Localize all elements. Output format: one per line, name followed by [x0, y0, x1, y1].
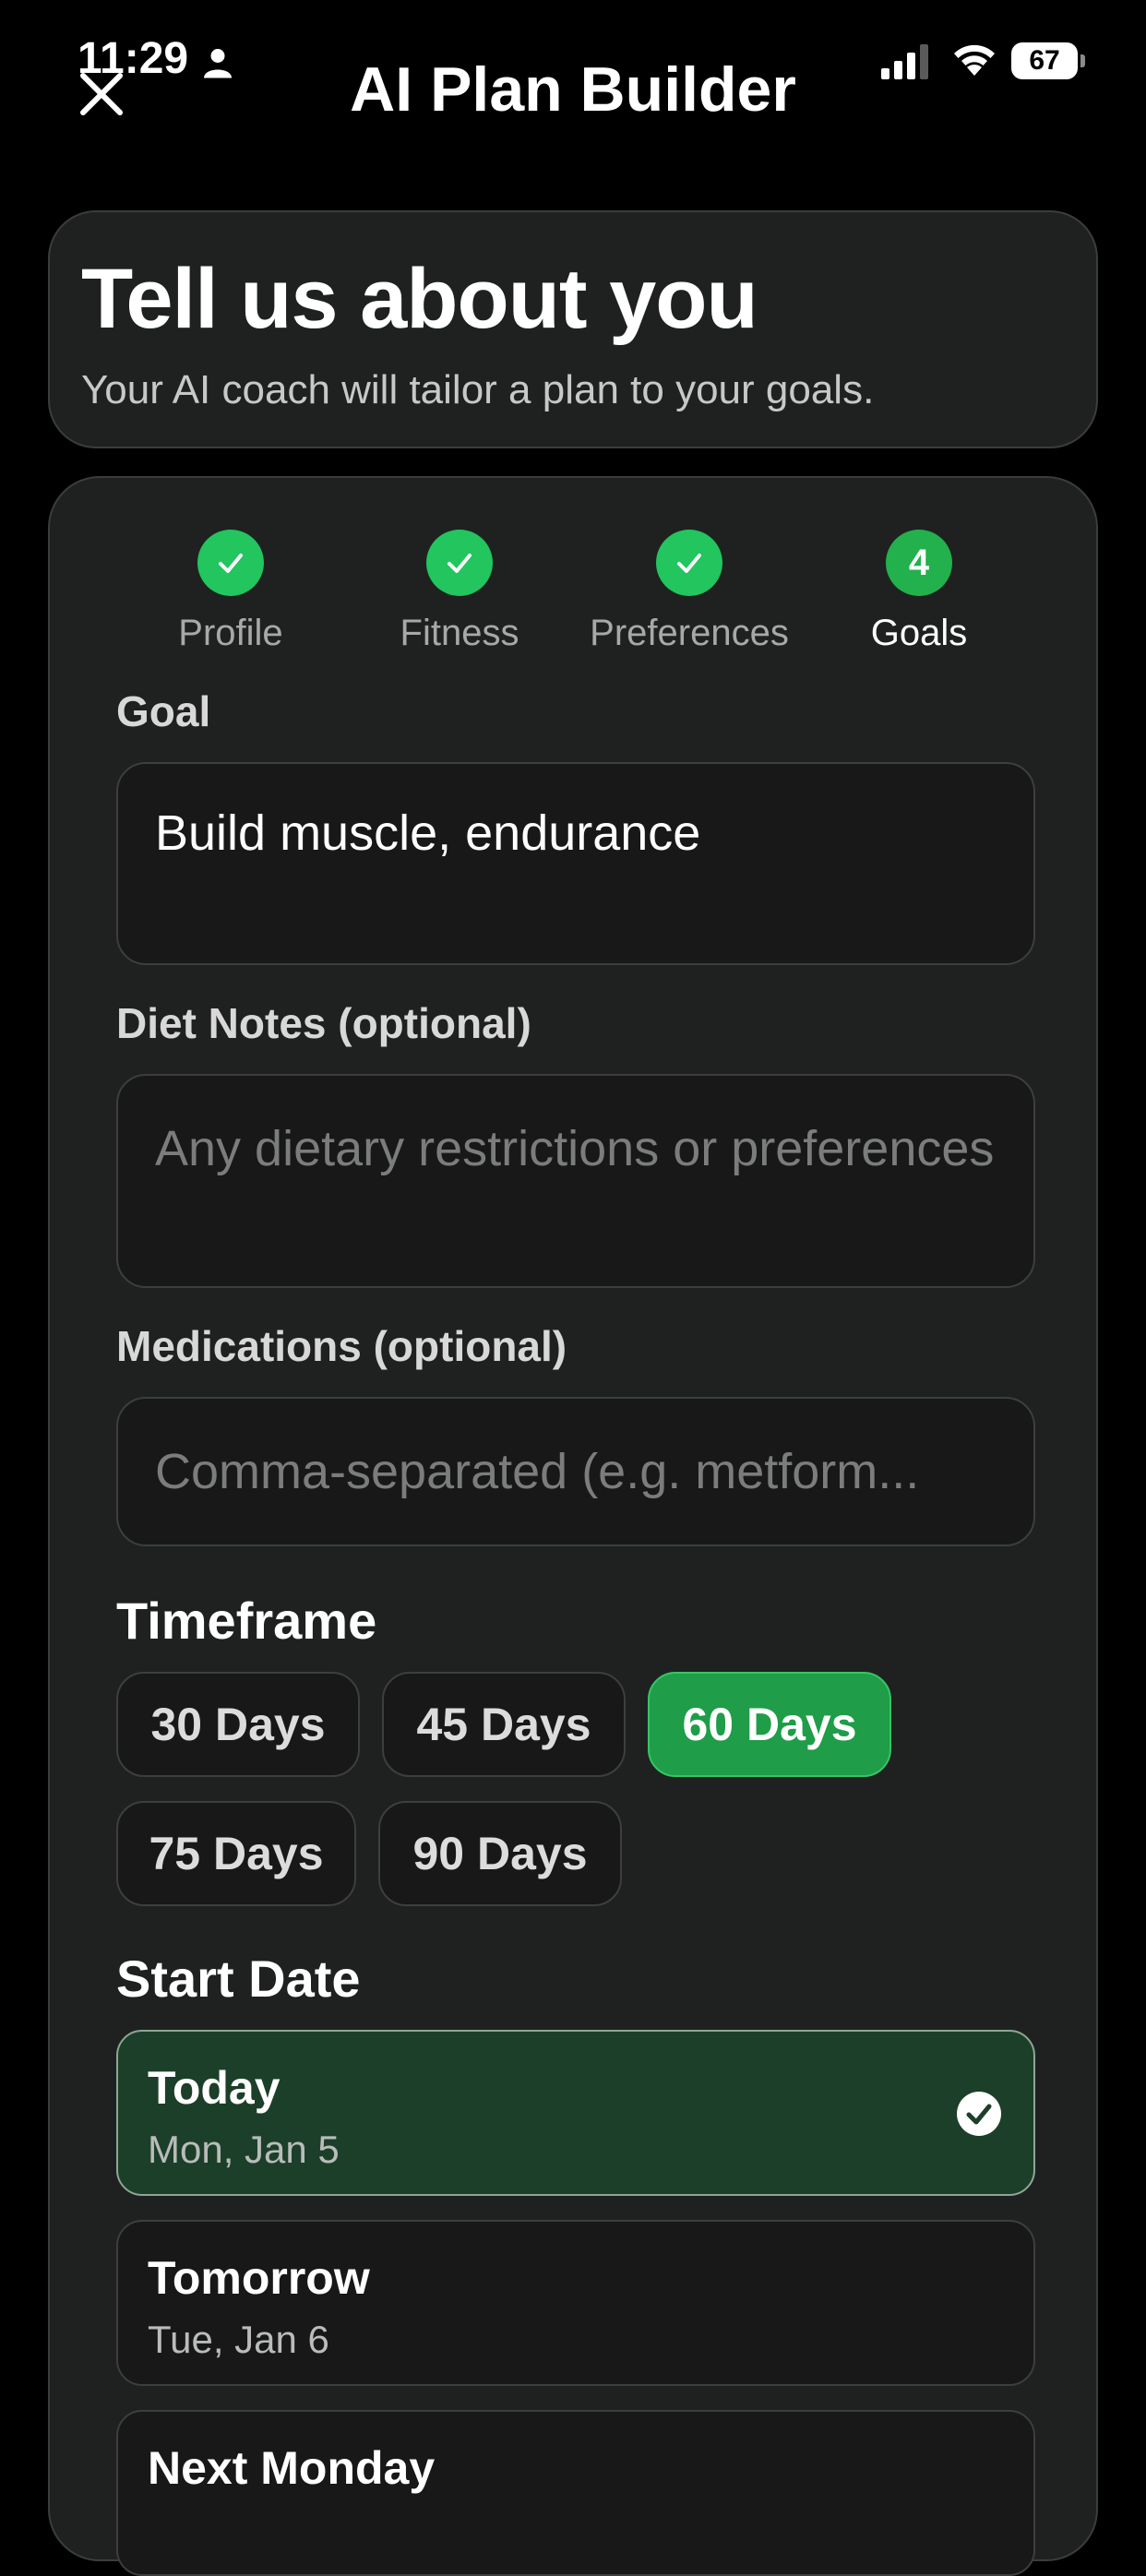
check-icon [219, 554, 243, 573]
step-number-badge: 4 [886, 530, 952, 596]
start-date-label: Start Date [116, 1950, 361, 2008]
step-goals[interactable]: 4 Goals [804, 530, 1034, 654]
timeframe-chip-75[interactable]: 75 Days [116, 1801, 356, 1906]
check-icon [677, 554, 701, 573]
diet-notes-placeholder: Any dietary restrictions or preferences [155, 1121, 995, 1176]
step-complete-badge [426, 530, 493, 596]
step-complete-badge [656, 530, 722, 596]
start-date-option-next-monday[interactable]: Next Monday [116, 2410, 1035, 2576]
step-label: Profile [178, 613, 283, 653]
medications-label: Medications (optional) [116, 1322, 567, 1370]
diet-notes-input[interactable]: Any dietary restrictions or preferences [116, 1074, 1035, 1288]
timeframe-chip-90[interactable]: 90 Days [378, 1801, 622, 1906]
check-circle-icon [957, 2092, 1001, 2136]
start-date-option-today[interactable]: Today Mon, Jan 5 [116, 2030, 1035, 2196]
step-label: Fitness [400, 613, 519, 653]
timeframe-chip-45[interactable]: 45 Days [382, 1672, 626, 1777]
diet-notes-label: Diet Notes (optional) [116, 999, 531, 1047]
goal-input-value: Build muscle, endurance [155, 805, 701, 861]
intro-subtitle: Your AI coach will tailor a plan to your… [81, 367, 875, 412]
goal-input[interactable]: Build muscle, endurance [116, 762, 1035, 965]
step-label: Preferences [590, 613, 789, 653]
medications-placeholder: Comma-separated (e.g. metform... [155, 1444, 920, 1499]
date-option-title: Tomorrow [148, 2252, 370, 2304]
date-option-date: Mon, Jan 5 [148, 2128, 340, 2171]
date-option-title: Today [148, 2062, 281, 2114]
check-icon [448, 554, 472, 573]
date-option-date: Tue, Jan 6 [148, 2318, 329, 2361]
form-card: Profile Fitness Preferences 4 Goals Goal… [48, 476, 1098, 2576]
page-title: AI Plan Builder [350, 54, 796, 125]
medications-input[interactable]: Comma-separated (e.g. metform... [116, 1397, 1035, 1546]
step-profile[interactable]: Profile [115, 530, 346, 654]
step-fitness[interactable]: Fitness [344, 530, 575, 654]
step-preferences[interactable]: Preferences [574, 530, 805, 654]
timeframe-chip-60[interactable]: 60 Days [648, 1672, 891, 1777]
intro-card: Tell us about you Your AI coach will tai… [48, 210, 1098, 448]
step-complete-badge [197, 530, 264, 596]
timeframe-label: Timeframe [116, 1592, 377, 1650]
start-date-option-tomorrow[interactable]: Tomorrow Tue, Jan 6 [116, 2220, 1035, 2386]
step-label: Goals [870, 613, 968, 653]
date-option-title: Next Monday [148, 2442, 436, 2494]
goal-label: Goal [116, 687, 211, 735]
intro-title: Tell us about you [81, 252, 758, 346]
timeframe-chip-30[interactable]: 30 Days [116, 1672, 360, 1777]
